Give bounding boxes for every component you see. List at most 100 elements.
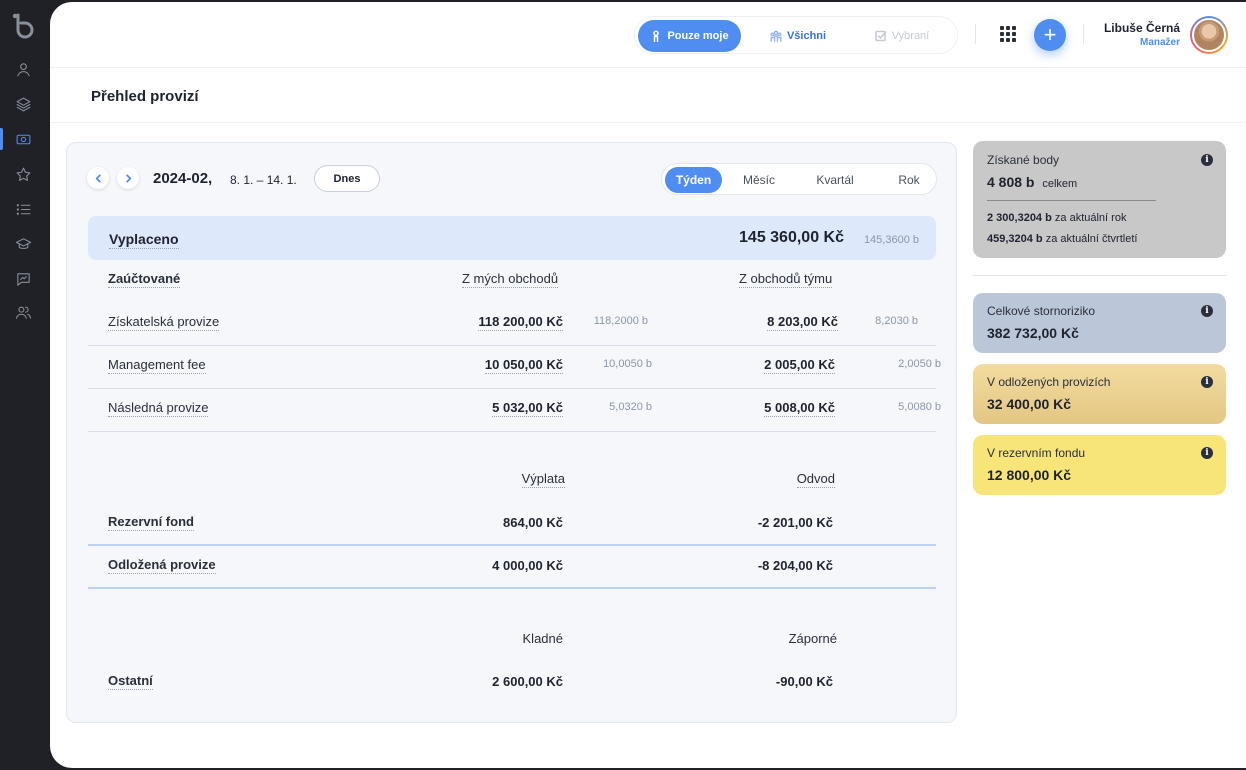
sidebar-item-education[interactable]: [11, 232, 35, 256]
top-bar: Pouze moje Všichni Vybraní + Libuše Čern…: [50, 2, 1246, 68]
row-divider: [88, 388, 936, 389]
deferred-commissions-value: 32 400,00 Kč: [987, 396, 1072, 412]
points-year-value: 2 300,3204 b: [987, 212, 1052, 224]
reserve-fund-value: 12 800,00 Kč: [987, 467, 1072, 483]
chevron-left-icon: [95, 173, 101, 183]
row-divider: [88, 345, 936, 346]
follow-up-team-amount: 5 008,00 Kč: [764, 400, 835, 417]
range-month-tab[interactable]: Měsíc: [728, 167, 790, 193]
sidebar-item-commissions[interactable]: [11, 127, 35, 151]
accounted-heading[interactable]: Zaúčtované: [108, 271, 181, 288]
deferred-commissions-widget: V odložených provizích i 32 400,00 Kč: [973, 364, 1226, 424]
person-icon: [653, 30, 660, 42]
acquisition-team-points: 8,2030 b: [875, 315, 918, 327]
commissions-card: 2024-02, 8. 1. – 14. 1. Dnes Týden Měsíc…: [66, 142, 957, 723]
reserve-fund-payout: 864,00 Kč: [503, 515, 563, 530]
star-icon: [16, 167, 30, 181]
col-payout-header[interactable]: Výplata: [521, 471, 565, 488]
sidebar-item-profile[interactable]: [11, 57, 35, 81]
sidebar: [0, 0, 52, 770]
sidebar-item-products[interactable]: [11, 92, 35, 116]
reserve-fund-title: V rezervním fondu: [987, 446, 1086, 460]
add-button[interactable]: +: [1034, 19, 1066, 51]
points-widget-title: Získané body: [987, 153, 1060, 167]
paid-label[interactable]: Vyplaceno: [109, 231, 179, 249]
range-week-tab[interactable]: Týden: [665, 167, 722, 193]
row-label-follow-up[interactable]: Následná provize: [108, 400, 209, 417]
range-year-tab[interactable]: Rok: [884, 167, 934, 193]
section-divider: [88, 587, 936, 589]
user-icon: [16, 62, 30, 76]
paid-points: 145,3600 b: [863, 234, 919, 246]
today-button[interactable]: Dnes: [314, 165, 380, 192]
section-divider: [88, 431, 936, 432]
avatar-photo: [1192, 18, 1226, 52]
row-label-deferred-commission[interactable]: Odložená provize: [108, 557, 216, 574]
other-positive-amount: 2 600,00 Kč: [492, 674, 563, 689]
row-label-management-fee[interactable]: Management fee: [108, 357, 206, 374]
avatar[interactable]: [1190, 16, 1228, 54]
plus-icon: +: [1043, 22, 1057, 47]
info-icon[interactable]: i: [1201, 447, 1213, 459]
row-label-reserve-fund[interactable]: Rezervní fond: [108, 514, 194, 531]
management-fee-team-amount: 2 005,00 Kč: [764, 357, 835, 374]
apps-grid-icon[interactable]: [1000, 26, 1016, 42]
page-title: Přehled provizí: [91, 88, 199, 105]
points-year: 2 300,3204 b za aktuální rok: [987, 212, 1126, 224]
points-quarter: 459,3204 b za aktuální čtvrtletí: [987, 233, 1137, 245]
period-label: 2024-02,: [153, 170, 213, 187]
management-fee-own-amount: 10 050,00 Kč: [484, 357, 563, 374]
prev-period-button[interactable]: [87, 167, 109, 189]
topbar-divider: [975, 24, 976, 44]
col-positive-header: Kladné: [522, 631, 563, 646]
points-divider: [987, 200, 1156, 201]
sidebar-active-indicator: [0, 128, 3, 150]
col-levy-header[interactable]: Odvod: [796, 471, 835, 488]
widgets-divider: [973, 275, 1226, 276]
range-quarter-tab[interactable]: Kvartál: [802, 167, 868, 193]
acquisition-team-amount: 8 203,00 Kč: [767, 314, 838, 331]
col-negative-header: Záporné: [788, 631, 837, 646]
acquisition-own-amount: 118 200,00 Kč: [478, 314, 563, 331]
info-icon[interactable]: i: [1201, 376, 1213, 388]
row-divider: [88, 544, 936, 546]
acquisition-own-points: 118,2000 b: [593, 315, 648, 327]
row-label-other[interactable]: Ostatní: [108, 673, 153, 690]
users-icon: [15, 306, 31, 319]
storno-risk-title: Celkové stornoriziko: [987, 304, 1096, 318]
points-total-suffix: celkem: [1042, 178, 1078, 190]
main-panel: Pouze moje Všichni Vybraní + Libuše Čern…: [50, 2, 1246, 768]
sidebar-item-list[interactable]: [11, 197, 35, 221]
list-icon: [16, 203, 30, 215]
points-widget: Získané body i 4 808 b celkem 2 300,3204…: [973, 141, 1226, 258]
group-icon: [770, 30, 782, 42]
filter-selected-button[interactable]: Vybraní: [859, 20, 945, 52]
storno-risk-widget: Celkové stornoriziko i 382 732,00 Kč: [973, 293, 1226, 353]
period-range: 8. 1. – 14. 1.: [230, 173, 297, 187]
filter-selected-label: Vybraní: [891, 30, 930, 42]
info-icon[interactable]: i: [1201, 154, 1213, 166]
points-year-label: za aktuální rok: [1054, 212, 1127, 224]
col-own-deals-header[interactable]: Z mých obchodů: [462, 271, 559, 288]
sidebar-item-team[interactable]: [11, 300, 35, 324]
points-total: 4 808 b celkem: [987, 174, 1077, 190]
layers-icon: [16, 97, 30, 111]
checkbox-icon: [874, 30, 886, 42]
filter-only-mine-button[interactable]: Pouze moje: [638, 20, 741, 52]
next-period-button[interactable]: [117, 167, 139, 189]
user-name: Libuše Černá: [1103, 21, 1180, 35]
filter-all-button[interactable]: Všichni: [755, 20, 841, 52]
reserve-fund-widget: V rezervním fondu i 12 800,00 Kč: [973, 435, 1226, 495]
logo-icon[interactable]: [10, 12, 38, 40]
col-team-deals-header[interactable]: Z obchodů týmu: [739, 271, 833, 288]
row-label-acquisition[interactable]: Získatelská provize: [108, 314, 220, 331]
info-icon[interactable]: i: [1201, 305, 1213, 317]
sidebar-item-favorites[interactable]: [11, 162, 35, 186]
filter-all-label: Všichni: [786, 30, 827, 42]
chevron-right-icon: [125, 173, 131, 183]
points-quarter-value: 459,3204 b: [987, 233, 1043, 245]
paid-amount: 145 360,00 Kč: [739, 229, 844, 246]
user-role: Manažer: [1139, 37, 1180, 48]
deferred-commission-payout: 4 000,00 Kč: [492, 558, 563, 573]
sidebar-item-reports[interactable]: [11, 267, 35, 291]
